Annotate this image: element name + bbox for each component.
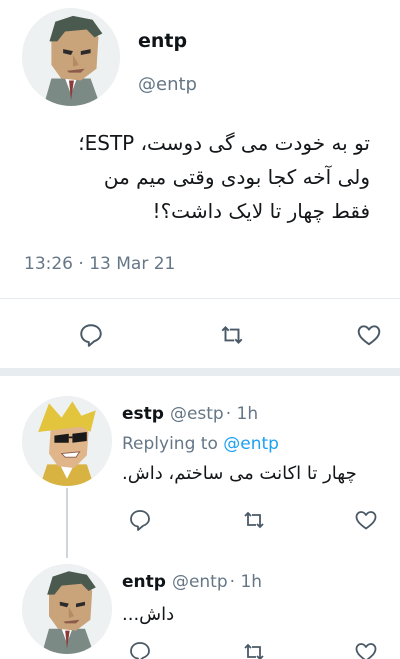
- estp-avatar[interactable]: [22, 396, 112, 486]
- tweet-text-line: فقط چهار تا لایک داشت؟!: [152, 199, 370, 223]
- reply-author-handle[interactable]: @estp: [170, 404, 224, 424]
- thread-line: [66, 488, 68, 558]
- like-icon[interactable]: [354, 640, 378, 659]
- reply-text: داش...: [122, 604, 175, 625]
- replying-to: Replying to @entp: [122, 434, 279, 454]
- tweet-text: تو به خودت می گی دوست، ESTP؛ ولی آخه کجا…: [10, 126, 370, 228]
- like-icon[interactable]: [356, 322, 382, 348]
- reply-author-handle[interactable]: @entp: [172, 572, 228, 592]
- reply-author-name[interactable]: estp: [122, 404, 164, 424]
- retweet-icon[interactable]: [219, 322, 245, 348]
- tweet-text-line: ولی آخه کجا بودی وقتی میم من: [103, 165, 370, 189]
- reply-icon[interactable]: [128, 508, 152, 532]
- retweet-icon[interactable]: [242, 508, 266, 532]
- entp-avatar[interactable]: [22, 8, 120, 106]
- tweet-text-line: تو به خودت می گی دوست، ESTP؛: [78, 131, 370, 155]
- reply-author: estp @estp · 1h: [122, 404, 258, 424]
- reply-text: چهار تا اکانت می ساختم، داش.: [122, 463, 357, 484]
- reply-actions: [0, 508, 400, 536]
- author-name[interactable]: entp: [138, 30, 187, 52]
- reply-age: · 1h: [229, 572, 263, 592]
- tweet-timestamp[interactable]: 13:26 · 13 Mar 21: [24, 254, 175, 274]
- reply-author-name[interactable]: entp: [122, 572, 166, 592]
- reply-icon[interactable]: [128, 640, 152, 659]
- reply-actions: [0, 640, 400, 659]
- like-icon[interactable]: [354, 508, 378, 532]
- replying-to-prefix: Replying to: [122, 434, 218, 454]
- entp-avatar-image: [22, 8, 120, 106]
- reply-author: entp @entp · 1h: [122, 572, 262, 592]
- estp-avatar-image: [22, 396, 112, 486]
- replying-to-mention[interactable]: @entp: [223, 434, 279, 454]
- reply-age: · 1h: [225, 404, 259, 424]
- section-gap: [0, 368, 400, 376]
- main-tweet: entp @entp تو به خودت می گی دوست، ESTP؛ …: [0, 0, 400, 368]
- reply-icon[interactable]: [78, 322, 104, 348]
- tweet-actions: [0, 322, 400, 352]
- divider: [0, 298, 400, 299]
- retweet-icon[interactable]: [242, 640, 266, 659]
- author-handle[interactable]: @entp: [138, 74, 197, 95]
